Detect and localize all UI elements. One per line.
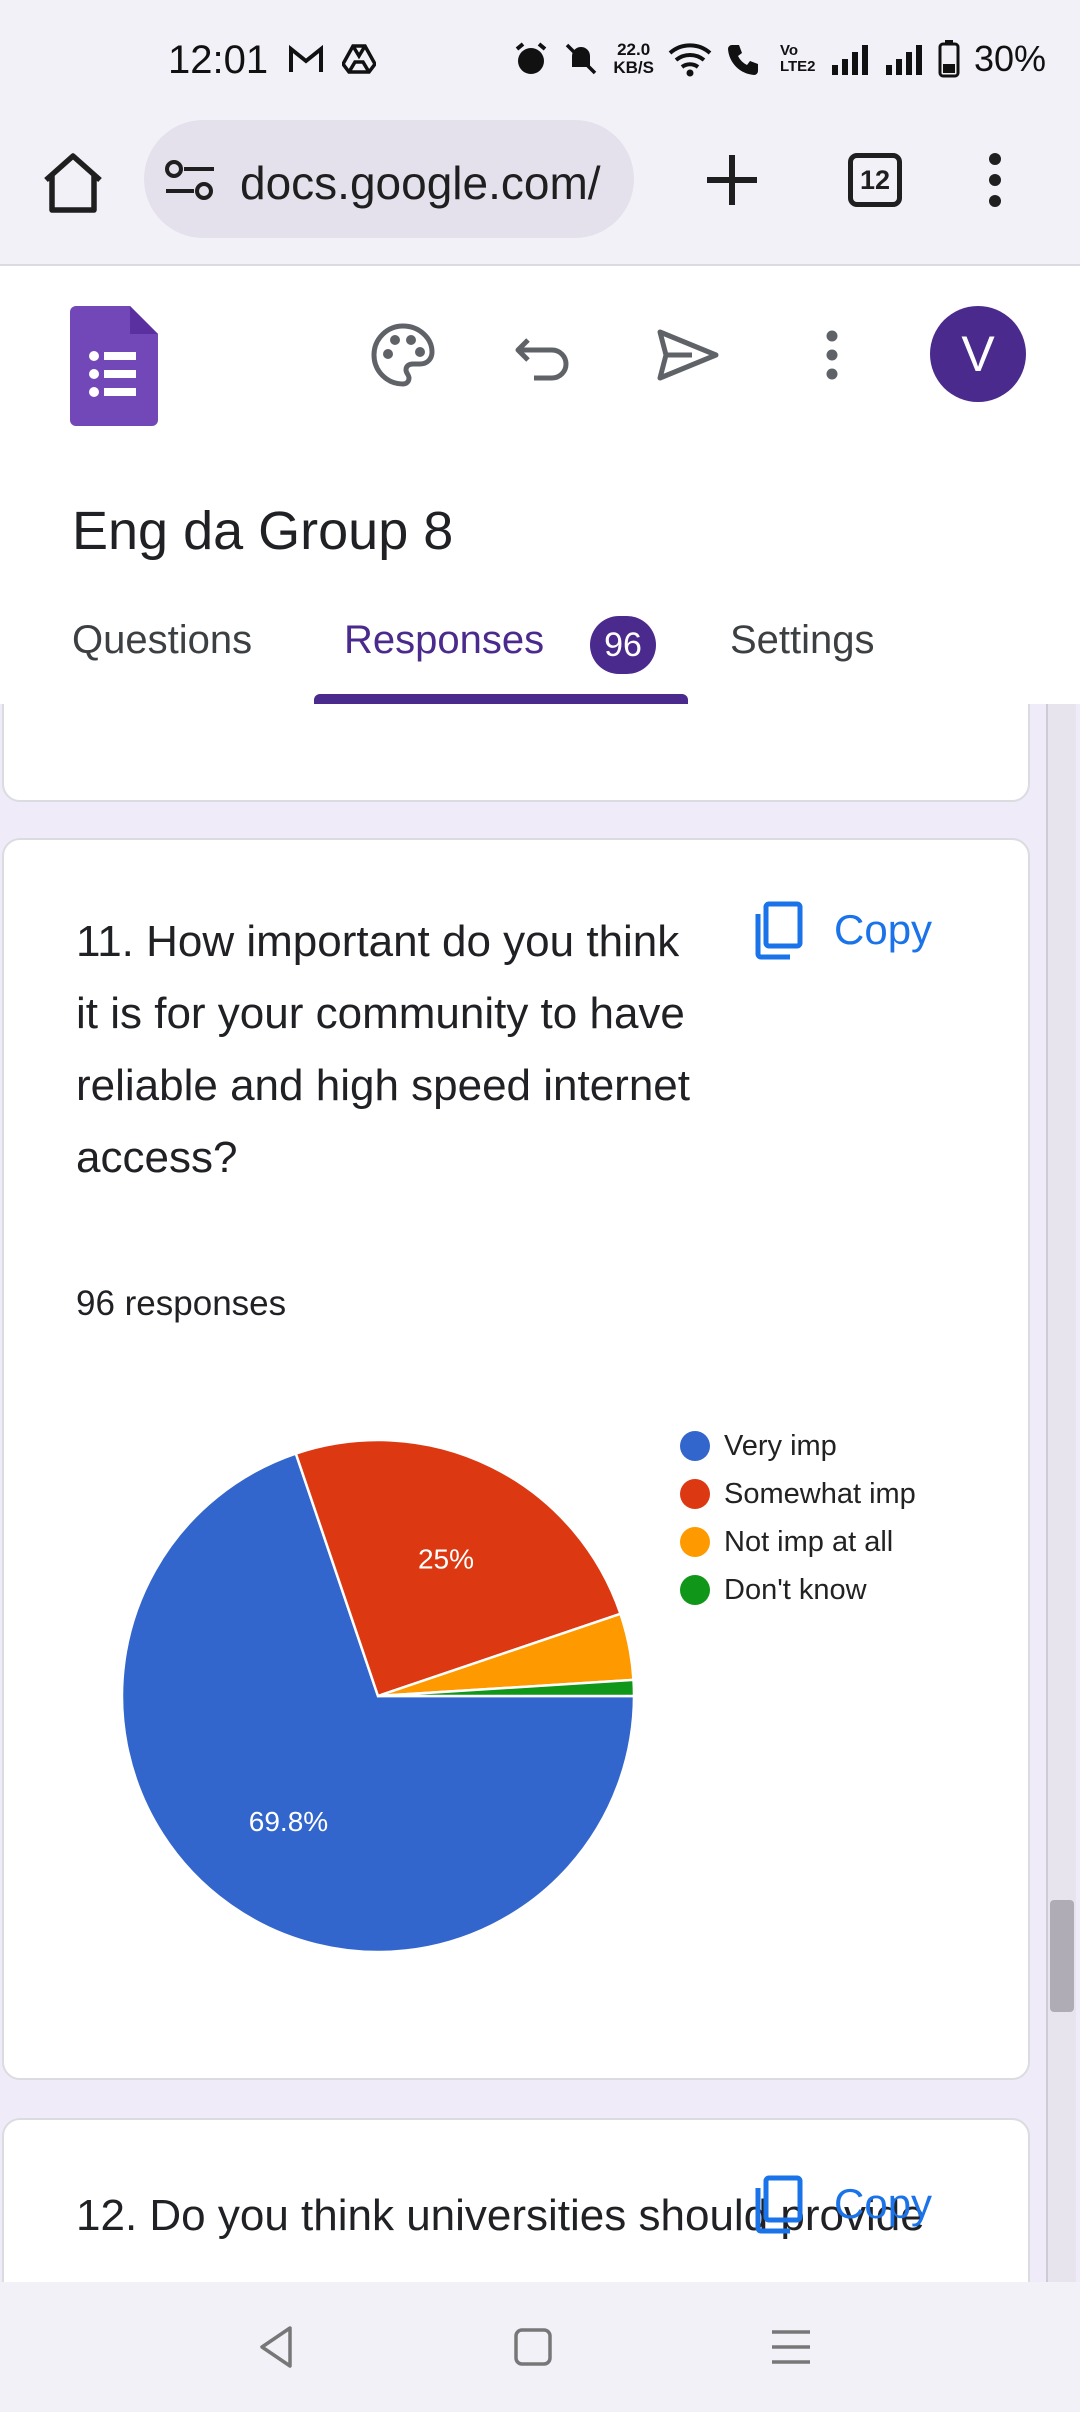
battery-icon [938, 40, 960, 78]
copy-chart-button[interactable]: Copy [752, 2174, 932, 2234]
pie-data-label: 69.8% [249, 1806, 328, 1837]
copy-label: Copy [834, 906, 933, 953]
google-forms-logo[interactable] [70, 306, 158, 426]
gmail-icon [289, 44, 323, 72]
wifi-calling-icon [727, 45, 758, 75]
palette-icon[interactable] [368, 320, 438, 390]
responses-count-badge: 96 [590, 616, 656, 674]
status-time: 12:01 [168, 38, 269, 82]
legend-label: Very imp [724, 1429, 837, 1462]
battery-percent: 30% [973, 38, 1046, 79]
tab-settings[interactable]: Settings [730, 618, 875, 663]
home-nav-icon[interactable] [506, 2320, 560, 2374]
legend-swatch [680, 1479, 710, 1509]
copy-icon [755, 901, 803, 960]
send-icon[interactable] [652, 320, 722, 390]
legend-label: Somewhat imp [724, 1477, 916, 1510]
pie-data-label: 25% [418, 1543, 474, 1574]
responses-count: 96 responses [76, 1284, 287, 1323]
new-tab-icon[interactable] [702, 150, 762, 210]
browser-menu-icon[interactable] [980, 150, 1010, 210]
browser-toolbar: docs.google.com/ 12 [0, 120, 1080, 266]
signal-icon-1 [831, 45, 868, 75]
previous-question-card [2, 704, 1030, 802]
signal-icon-2 [885, 45, 922, 75]
legend-item: Not imp at all [680, 1518, 916, 1566]
forms-header: V Eng da Group 8 Questions Responses 96 … [0, 268, 1080, 704]
mute-icon [566, 43, 597, 75]
scrollbar-thumb[interactable] [1050, 1900, 1074, 2012]
url-text: docs.google.com/ [240, 157, 601, 209]
system-nav-bar [0, 2282, 1080, 2412]
wifi-icon [668, 43, 712, 77]
copy-chart-button[interactable]: Copy [752, 900, 932, 960]
responses-content: 11. How important do you think it is for… [0, 704, 1080, 2282]
net-speed-unit: KB/S [613, 58, 654, 77]
notification-icons [288, 44, 376, 74]
home-icon[interactable] [40, 150, 106, 216]
legend-label: Not imp at all [724, 1525, 894, 1558]
active-tab-indicator [314, 694, 688, 704]
copy-label: Copy [834, 2180, 933, 2227]
tab-responses[interactable]: Responses [344, 618, 544, 663]
legend-item: Don't know [680, 1566, 916, 1614]
tab-questions[interactable]: Questions [72, 618, 252, 663]
pie-chart: 69.8% 25% [122, 1440, 634, 1952]
legend-label: Don't know [724, 1573, 867, 1606]
legend-item: Somewhat imp [680, 1470, 916, 1518]
legend-swatch [680, 1431, 710, 1461]
system-icons: 22.0 KB/S Vo LTE2 30% [513, 38, 1046, 80]
scrollbar-track[interactable] [1046, 704, 1076, 2282]
tab-switcher-button[interactable]: 12 [848, 153, 902, 207]
net-speed-value: 22.0 [617, 40, 651, 59]
undo-icon[interactable] [510, 320, 580, 390]
status-bar: 12:01 22.0 KB/S Vo LTE2 30% [0, 0, 1080, 120]
legend-item: Very imp [680, 1422, 916, 1470]
question-text: 11. How important do you think it is for… [76, 917, 691, 1182]
chart-legend: Very imp Somewhat imp Not imp at all Don't … [680, 1422, 916, 1614]
legend-swatch [680, 1527, 710, 1557]
question-card-11: 11. How important do you think it is for… [2, 838, 1030, 2080]
copy-icon [755, 2175, 803, 2234]
back-icon[interactable] [250, 2320, 304, 2374]
legend-swatch [680, 1575, 710, 1605]
net-speed: 22.0 KB/S [613, 41, 654, 77]
account-avatar[interactable]: V [930, 306, 1026, 402]
more-options-icon[interactable] [812, 320, 852, 390]
alarm-icon [516, 42, 547, 74]
drive-icon [342, 44, 376, 74]
site-settings-icon[interactable] [164, 158, 216, 202]
address-bar[interactable]: docs.google.com/ [144, 120, 634, 238]
form-title: Eng da Group 8 [72, 501, 454, 561]
question-card-12: 12. Do you think universities should pro… [2, 2118, 1030, 2282]
volte-icon: Vo LTE2 [779, 42, 816, 75]
recents-icon[interactable] [764, 2320, 818, 2374]
